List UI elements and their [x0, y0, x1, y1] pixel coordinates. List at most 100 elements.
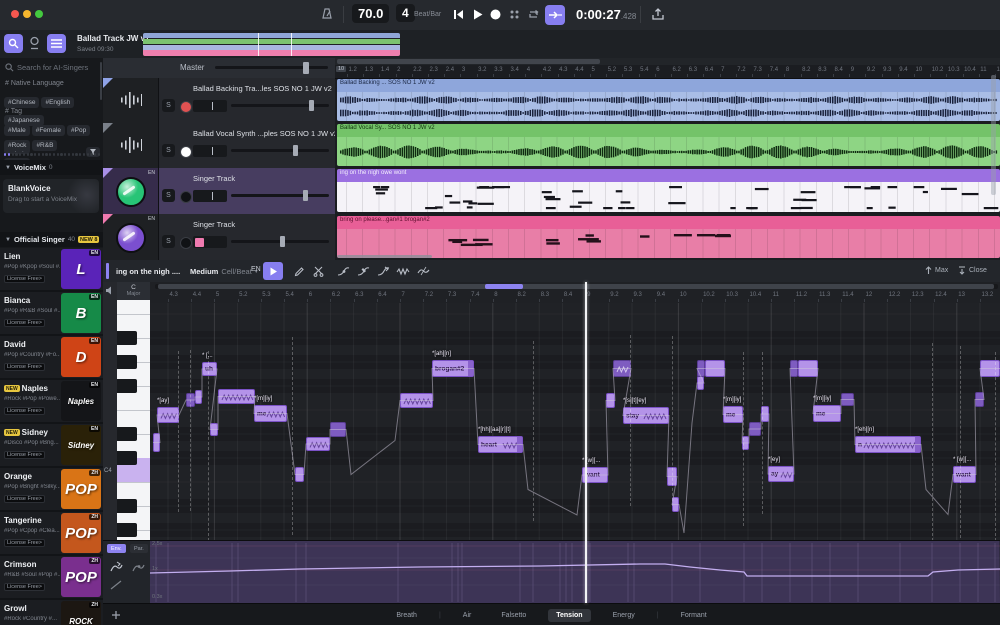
- close-editor-button[interactable]: Close: [958, 266, 987, 275]
- page-dot[interactable]: [42, 153, 44, 156]
- clip-body[interactable]: [337, 182, 1000, 212]
- voicemix-header[interactable]: ▼ VoiceMix 0: [0, 160, 104, 175]
- playhead[interactable]: [585, 282, 587, 603]
- singer-page-dots[interactable]: [4, 153, 100, 156]
- track-icon-cell[interactable]: [103, 123, 159, 169]
- pan-box[interactable]: [193, 100, 227, 112]
- param-tab-breath[interactable]: Breath: [388, 609, 425, 622]
- timeline-vscrollbar[interactable]: [991, 75, 996, 195]
- parameter-tab[interactable]: Par.: [130, 544, 148, 553]
- scissors-tool[interactable]: [309, 262, 329, 280]
- minimize-window-button[interactable]: [23, 10, 31, 18]
- black-key[interactable]: [117, 355, 137, 369]
- filter-icon[interactable]: [86, 147, 100, 157]
- black-key[interactable]: [117, 427, 137, 441]
- song-overview[interactable]: [143, 33, 400, 56]
- volume-slider[interactable]: [231, 99, 329, 111]
- smooth-tool[interactable]: [413, 262, 433, 280]
- mixer-icon[interactable]: [28, 36, 41, 51]
- clip-header[interactable]: ing on the nigh owe wont: [337, 169, 1000, 182]
- volume-handle[interactable]: [309, 100, 314, 111]
- page-dot[interactable]: [98, 153, 100, 156]
- track-title[interactable]: Ballad Backing Tra...les SOS NO 1 JW v2: [193, 84, 332, 93]
- select-play-tool[interactable]: [263, 262, 283, 280]
- param-tab-tension[interactable]: Tension: [548, 609, 590, 622]
- page-dot[interactable]: [4, 153, 6, 156]
- page-dot[interactable]: [87, 153, 89, 156]
- singer-card[interactable]: NEWNaples#Rock #Pop #Powe...License Free…: [0, 380, 103, 424]
- clip-header[interactable]: bring on please...gan#1 brogan#2: [337, 216, 1000, 229]
- tag-chip[interactable]: #English: [41, 97, 74, 108]
- clip[interactable]: bring on please...gan#1 brogan#2: [337, 216, 1000, 258]
- volume-handle[interactable]: [280, 236, 285, 247]
- singer-card[interactable]: Bianca#Pop #R&B #Soul #...License Free>B…: [0, 292, 103, 336]
- envelope-tab[interactable]: Env.: [107, 544, 126, 553]
- tag-chip[interactable]: #Rock: [4, 140, 30, 151]
- auto-scroll-button[interactable]: [545, 5, 565, 25]
- track-title[interactable]: Singer Track: [193, 220, 235, 229]
- track-icon-cell[interactable]: EN: [103, 168, 159, 215]
- master-volume-track[interactable]: [215, 66, 328, 69]
- ai-singer-panel-button[interactable]: [4, 34, 23, 53]
- clip-header[interactable]: Ballad Backing ... SOS NO 1 JW v2: [337, 79, 1000, 92]
- singer-card[interactable]: Tangerine#Pop #Cpop #Clea...License Free…: [0, 512, 103, 556]
- page-dot[interactable]: [90, 153, 92, 156]
- pan-box[interactable]: [193, 145, 227, 157]
- singer-search[interactable]: Search for AI-Singers: [5, 63, 88, 72]
- play-button[interactable]: [471, 8, 484, 21]
- page-dot[interactable]: [38, 153, 40, 156]
- editor-hscrollbar[interactable]: [155, 284, 998, 289]
- track-icon-cell[interactable]: [103, 78, 159, 124]
- clip-body[interactable]: [337, 229, 1000, 258]
- param-tab-falsetto[interactable]: Falsetto: [493, 609, 534, 622]
- timeline-ruler[interactable]: 1.21.31.422.22.32.433.23.33.444.24.34.45…: [335, 65, 1000, 79]
- track-title[interactable]: Singer Track: [193, 174, 235, 183]
- record-arm-button[interactable]: [180, 191, 192, 203]
- record-arm-button[interactable]: [180, 146, 192, 158]
- editor-loop-region[interactable]: [485, 284, 523, 289]
- clip-body[interactable]: [337, 137, 1000, 166]
- note-grid[interactable]: *[ay]uh* [...me*[m][iy]brogan#2*[ah][n]h…: [150, 303, 1000, 540]
- close-window-button[interactable]: [11, 10, 19, 18]
- record-button[interactable]: [489, 8, 502, 21]
- singer-card[interactable]: Lien#Pop #Kpop #Soul #...License Free>LE…: [0, 248, 103, 292]
- param-tab-energy[interactable]: Energy: [605, 609, 643, 622]
- record-arm-button[interactable]: [180, 237, 192, 249]
- pitch-pen-tool[interactable]: [373, 262, 393, 280]
- official-singer-header[interactable]: ▼ Official Singer 40 NEW 8: [0, 232, 104, 247]
- param-curve-area[interactable]: 2.5x 1x 0.3x: [150, 541, 1000, 604]
- singer-card[interactable]: Crimson#R&B #Soul #Pop #...License Free>…: [0, 556, 103, 600]
- black-key[interactable]: [117, 523, 137, 537]
- clip-body[interactable]: [337, 92, 1000, 121]
- singer-card[interactable]: NEWSidney#Disco #Pop #Brig...License Fre…: [0, 424, 103, 468]
- line-tool[interactable]: [110, 579, 123, 591]
- clip[interactable]: Ballad Backing ... SOS NO 1 JW v2: [337, 79, 1000, 121]
- page-dot[interactable]: [60, 153, 62, 156]
- piano-keyboard[interactable]: [117, 300, 150, 540]
- editor-ruler[interactable]: 4.34.455.25.35.466.26.36.477.27.37.488.2…: [150, 290, 1000, 304]
- export-icon[interactable]: [651, 7, 665, 21]
- timeline-hscrollbar[interactable]: [335, 58, 1000, 65]
- track-header-row[interactable]: EN Singer Track S: [103, 214, 335, 261]
- draw-curve-tool[interactable]: [110, 561, 123, 573]
- black-key[interactable]: [117, 331, 137, 345]
- page-dot[interactable]: [64, 153, 66, 156]
- page-dot[interactable]: [19, 153, 21, 156]
- record-arm-button[interactable]: [180, 101, 192, 113]
- volume-slider[interactable]: [231, 144, 329, 156]
- page-dot[interactable]: [72, 153, 74, 156]
- clip-header[interactable]: Ballad Vocal Sy... SOS NO 1 JW v2: [337, 124, 1000, 137]
- volume-slider[interactable]: [231, 235, 329, 247]
- volume-slider[interactable]: [231, 189, 329, 201]
- pan-box[interactable]: [193, 236, 227, 248]
- track-icon-cell[interactable]: EN: [103, 214, 159, 261]
- track-header-row[interactable]: Ballad Backing Tra...les SOS NO 1 JW v2S: [103, 78, 335, 124]
- page-dot[interactable]: [94, 153, 96, 156]
- solo-button[interactable]: S: [162, 235, 175, 248]
- tag-chip[interactable]: #Chinese: [4, 97, 39, 108]
- page-dot[interactable]: [53, 153, 55, 156]
- singer-orb-avatar[interactable]: [116, 177, 146, 207]
- metronome-icon[interactable]: [320, 7, 334, 21]
- black-key[interactable]: [117, 499, 137, 513]
- tag-chip[interactable]: #R&B: [32, 140, 57, 151]
